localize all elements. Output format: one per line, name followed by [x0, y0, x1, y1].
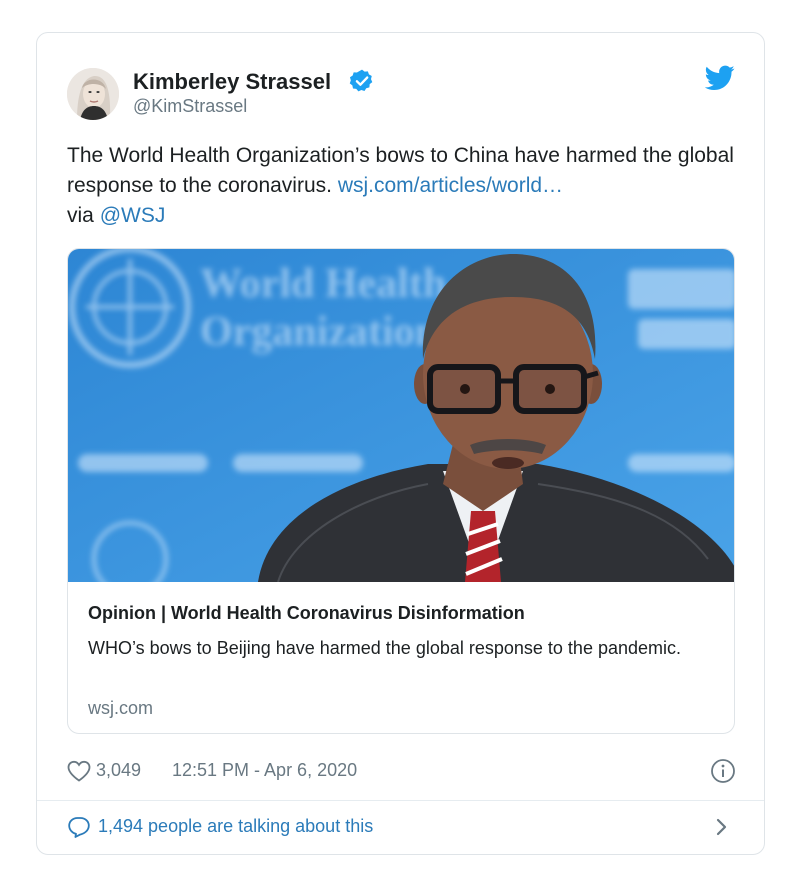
mention-link[interactable]: @WSJ [100, 204, 166, 227]
author-handle[interactable]: @KimStrassel [133, 96, 247, 117]
tweet-embed-card: Kimberley Strassel @KimStrassel The Worl… [36, 32, 765, 855]
info-icon[interactable] [710, 758, 736, 784]
conversation-label[interactable]: 1,494 people are talking about this [98, 816, 373, 837]
via-label: via [67, 204, 100, 227]
image-text-line1: World Health [200, 261, 446, 307]
heart-icon[interactable] [67, 760, 91, 782]
card-title[interactable]: Opinion | World Health Coronavirus Disin… [88, 603, 525, 624]
link-preview-card[interactable]: World Health Organization Opinion | Worl… [67, 248, 735, 734]
card-domain: wsj.com [88, 698, 154, 718]
twitter-bird-icon[interactable] [705, 65, 735, 91]
conversation-link[interactable]: 1,494 people are talking about this [67, 813, 737, 843]
divider [37, 800, 764, 801]
timestamp[interactable]: 12:51 PM - Apr 6, 2020 [172, 760, 357, 781]
author-name[interactable]: Kimberley Strassel [133, 69, 331, 95]
verified-badge-icon [349, 69, 373, 92]
avatar-image [67, 68, 119, 120]
tweet-footer: 3,049 12:51 PM - Apr 6, 2020 [67, 758, 737, 784]
like-count[interactable]: 3,049 [96, 760, 141, 781]
article-photo[interactable]: World Health Organization [68, 249, 735, 582]
image-text-line2: Organization [200, 309, 438, 355]
comment-icon [68, 817, 90, 838]
tweet-text: The World Health Organization’s bows to … [67, 141, 737, 231]
article-link[interactable]: wsj.com/articles/world… [338, 174, 563, 197]
avatar[interactable] [67, 68, 119, 120]
card-description: WHO’s bows to Beijing have harmed the gl… [88, 638, 681, 658]
chevron-right-icon[interactable] [715, 816, 729, 838]
